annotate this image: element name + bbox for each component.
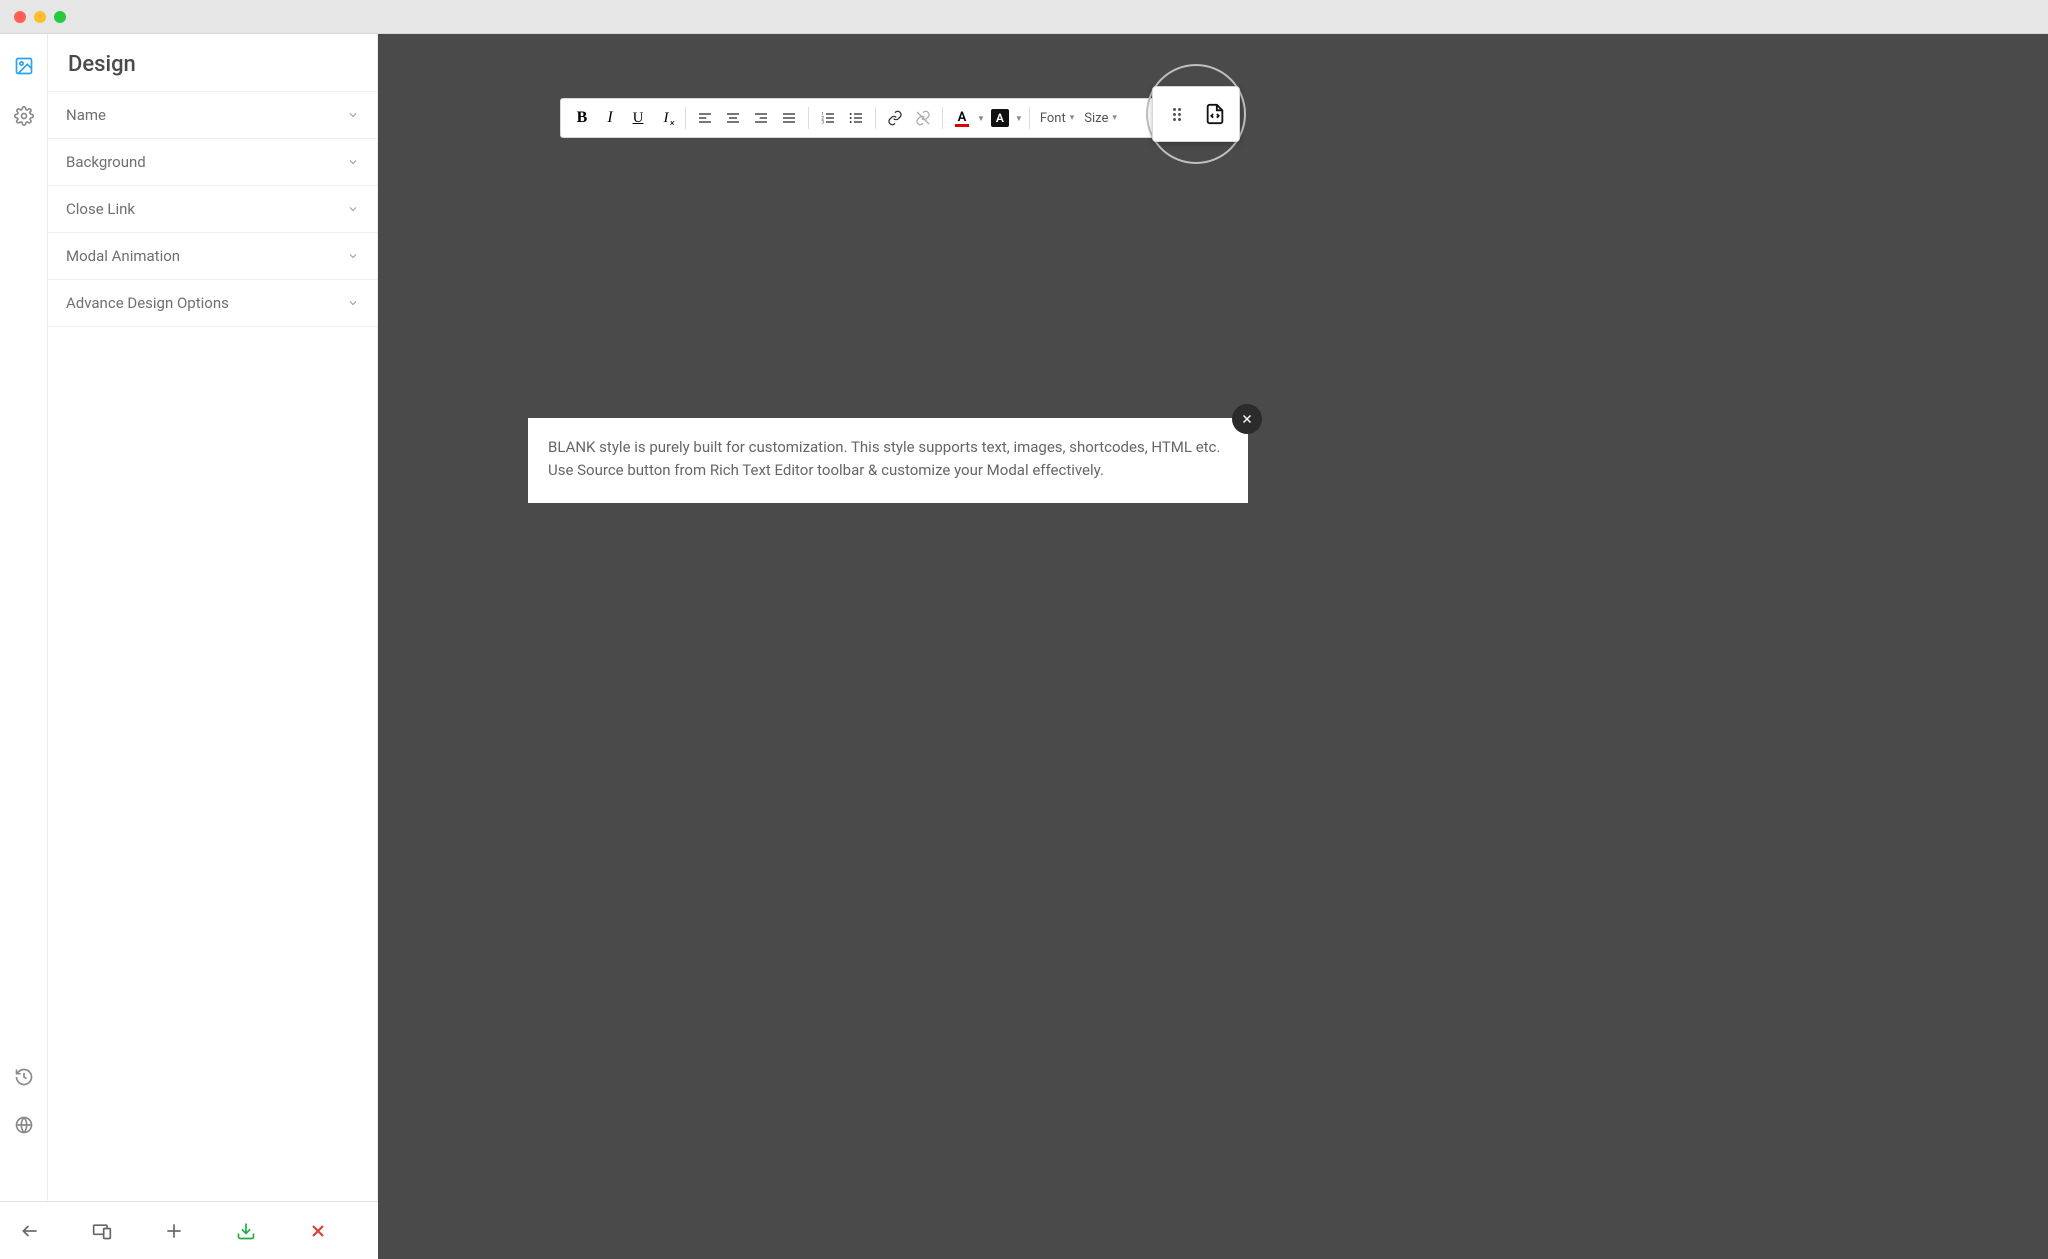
ordered-list-button[interactable]: 123 xyxy=(815,105,841,131)
bg-color-dropdown[interactable]: ▼ xyxy=(1015,114,1023,123)
icon-rail xyxy=(0,34,48,1259)
accordion-background[interactable]: Background xyxy=(48,139,377,186)
design-sidebar: Design Name Background Close Link Modal … xyxy=(48,34,378,1259)
responsive-preview-button[interactable] xyxy=(90,1219,114,1243)
align-justify-button[interactable] xyxy=(776,105,802,131)
delete-button[interactable] xyxy=(306,1219,330,1243)
back-button[interactable] xyxy=(18,1219,42,1243)
unordered-list-button[interactable] xyxy=(843,105,869,131)
text-color-dropdown[interactable]: ▼ xyxy=(977,114,985,123)
accordion-close-link[interactable]: Close Link xyxy=(48,186,377,233)
accordion-advance-design[interactable]: Advance Design Options xyxy=(48,280,377,327)
size-select[interactable]: Size ▾ xyxy=(1080,111,1121,126)
chevron-down-icon xyxy=(347,297,359,309)
link-button[interactable] xyxy=(882,105,908,131)
align-left-button[interactable] xyxy=(692,105,718,131)
history-icon[interactable] xyxy=(14,1067,34,1091)
window-titlebar xyxy=(0,0,2048,34)
add-button[interactable] xyxy=(162,1219,186,1243)
italic-button[interactable]: I xyxy=(597,105,623,131)
close-window-button[interactable] xyxy=(14,11,26,23)
unlink-button[interactable] xyxy=(910,105,936,131)
text-color-button[interactable]: A xyxy=(949,105,975,131)
editor-canvas: B I U I× 123 xyxy=(378,34,2048,1259)
accordion-label: Name xyxy=(66,106,106,124)
bg-color-button[interactable]: A xyxy=(987,105,1013,131)
font-label: Font xyxy=(1040,111,1066,126)
toolbar-separator xyxy=(685,107,686,129)
sidebar-title: Design xyxy=(48,34,377,92)
source-button[interactable] xyxy=(1201,100,1229,128)
font-select[interactable]: Font ▾ xyxy=(1036,111,1078,126)
toolbar-separator xyxy=(1029,107,1030,129)
accordion-label: Modal Animation xyxy=(66,247,180,265)
align-center-button[interactable] xyxy=(720,105,746,131)
toolbar-separator xyxy=(808,107,809,129)
toolbar-separator xyxy=(942,107,943,129)
minimize-window-button[interactable] xyxy=(34,11,46,23)
traffic-lights xyxy=(14,11,66,23)
drag-handle-icon[interactable] xyxy=(1163,100,1191,128)
bottom-action-bar xyxy=(0,1201,378,1259)
accordion-label: Close Link xyxy=(66,200,135,218)
settings-tab-icon[interactable] xyxy=(14,106,34,130)
chevron-down-icon xyxy=(347,156,359,168)
accordion-name[interactable]: Name xyxy=(48,92,377,139)
underline-button[interactable]: U xyxy=(625,105,651,131)
accordion-modal-animation[interactable]: Modal Animation xyxy=(48,233,377,280)
accordion-label: Advance Design Options xyxy=(66,294,229,312)
zoom-window-button[interactable] xyxy=(54,11,66,23)
chevron-down-icon xyxy=(347,109,359,121)
save-button[interactable] xyxy=(234,1219,258,1243)
align-right-button[interactable] xyxy=(748,105,774,131)
source-highlight-loupe xyxy=(1146,64,1246,164)
globe-icon[interactable] xyxy=(14,1115,34,1139)
modal-close-button[interactable] xyxy=(1232,404,1262,434)
chevron-down-icon: ▾ xyxy=(1070,113,1075,123)
svg-text:3: 3 xyxy=(821,119,824,125)
modal-body-text: BLANK style is purely built for customiz… xyxy=(548,436,1228,481)
chevron-down-icon xyxy=(347,203,359,215)
chevron-down-icon: ▾ xyxy=(1112,113,1117,123)
accordion-label: Background xyxy=(66,153,146,171)
toolbar-separator xyxy=(875,107,876,129)
media-tab-icon[interactable] xyxy=(14,56,34,80)
size-label: Size xyxy=(1084,111,1108,126)
bold-button[interactable]: B xyxy=(569,105,595,131)
clear-format-button[interactable]: I× xyxy=(653,105,679,131)
rich-text-toolbar: B I U I× 123 xyxy=(560,98,1240,138)
chevron-down-icon xyxy=(347,250,359,262)
modal-preview: BLANK style is purely built for customiz… xyxy=(528,418,1248,503)
